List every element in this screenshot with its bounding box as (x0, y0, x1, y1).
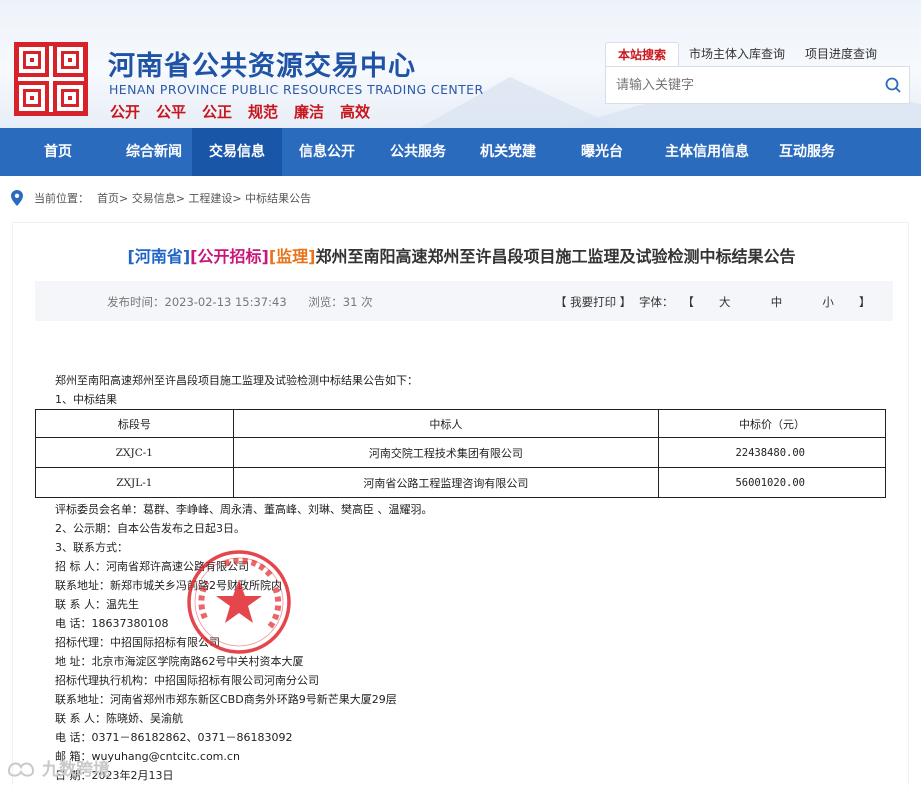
font-bracket-open: 【 (682, 295, 694, 309)
table-header: 中标人 (232, 409, 660, 438)
result-table: 标段号 中标人 中标价（元） ZXJC-1 河南交院工程技术集团有限公司 224… (35, 409, 886, 498)
nav-item-home[interactable]: 首页 (0, 128, 116, 176)
tab-site-search[interactable]: 本站搜索 (605, 42, 680, 66)
table-header: 中标价（元） (658, 409, 886, 438)
nav-item-info-disclosure[interactable]: 信息公开 (282, 128, 372, 176)
breadcrumb-label: 当前位置： (34, 192, 89, 205)
slogan: 廉洁 (294, 103, 325, 121)
table-row: ZXJC-1 河南交院工程技术集团有限公司 22438480.00 (35, 437, 886, 468)
intro-text: 郑州至南阳高速郑州至许昌段项目施工监理及试验检测中标结果公告如下： (55, 374, 418, 387)
slogan: 公开 (110, 103, 141, 121)
nav-item-party-building[interactable]: 机关党建 (464, 128, 552, 176)
location-pin-icon (11, 190, 23, 206)
contact-heading: 3、联系方式： (55, 541, 128, 554)
meta-tools: 【 我要打印 】 字体： 【 大 中 小 】 (555, 294, 876, 310)
search-input[interactable] (606, 67, 866, 103)
font-bracket-close: 】 (859, 295, 871, 309)
tag-method: [公开招标] (190, 247, 269, 266)
breadcrumb: 当前位置： 首页> 交易信息> 工程建设> 中标结果公告 (10, 190, 311, 206)
nav-item-exposure[interactable]: 曝光台 (552, 128, 652, 176)
publicity-period: 2、公示期：自本公告发布之日起3日。 (55, 522, 245, 535)
tenderer-phone: 电 话：18637380108 (55, 617, 169, 630)
font-size-large[interactable]: 大 (703, 294, 747, 310)
nav-item-credit-info[interactable]: 主体信用信息 (652, 128, 762, 176)
slogan: 公正 (202, 103, 233, 121)
meta-info: 发布时间：2023-02-13 15:37:43 浏览：31 次 (107, 294, 373, 310)
mountain-decoration (420, 77, 620, 128)
section-title: 1、中标结果 (55, 393, 117, 406)
nav-item-trade-info[interactable]: 交易信息 (192, 128, 282, 176)
font-size-medium[interactable]: 中 (754, 294, 798, 310)
slogans: 公开 公平 公正 规范 廉洁 高效 (110, 101, 386, 122)
font-size-small[interactable]: 小 (806, 294, 850, 310)
search-box (605, 66, 910, 104)
print-button[interactable]: 【 我要打印 】 (555, 295, 631, 309)
tag-type: [监理] (268, 247, 316, 266)
font-size-label: 字体： (638, 295, 674, 309)
site-title: 河南省公共资源交易中心 (108, 51, 416, 82)
breadcrumb-path[interactable]: 首页> 交易信息> 工程建设> 中标结果公告 (97, 190, 311, 206)
main-nav: 首页 综合新闻 交易信息 信息公开 公共服务 机关党建 曝光台 主体信用信息 互… (0, 128, 921, 176)
search-tabs: 本站搜索 市场主体入库查询 项目进度查询 (605, 42, 887, 66)
search-icon[interactable] (885, 77, 901, 93)
tag-region: [河南省] (127, 247, 191, 266)
table-cell-lot: ZXJL-1 (35, 467, 234, 498)
table-cell-winner: 河南交院工程技术集团有限公司 (232, 437, 660, 468)
watermark: 九数跨境 (6, 755, 110, 780)
nav-item-interactive[interactable]: 互动服务 (762, 128, 852, 176)
watermark-text: 九数跨境 (42, 760, 110, 780)
branch-contact: 联 系 人：陈晓娇、吴渝航 (55, 712, 183, 725)
table-cell-lot: ZXJC-1 (35, 437, 234, 468)
branch-address: 联系地址：河南省郑州市郑东新区CBD商务外环路9号新芒果大厦29层 (55, 693, 397, 706)
article: [河南省][公开招标][监理]郑州至南阳高速郑州至许昌段项目施工监理及试验检测中… (12, 222, 909, 785)
table-cell-price: 56001020.00 (658, 467, 886, 498)
nav-item-news[interactable]: 综合新闻 (116, 128, 192, 176)
table-header: 标段号 (35, 409, 234, 438)
table-row: ZXJL-1 河南省公路工程监理咨询有限公司 56001020.00 (35, 467, 886, 498)
table-cell-winner: 河南省公路工程监理咨询有限公司 (232, 467, 660, 498)
site-header: 河南省公共资源交易中心 HENAN PROVINCE PUBLIC RESOUR… (0, 0, 921, 128)
tab-project-progress-query[interactable]: 项目进度查询 (795, 42, 887, 66)
site-title-en: HENAN PROVINCE PUBLIC RESOURCES TRADING … (109, 82, 484, 97)
company-seal-icon (187, 550, 291, 654)
article-title: [河南省][公开招标][监理]郑州至南阳高速郑州至许昌段项目施工监理及试验检测中… (13, 243, 910, 267)
nav-item-public-service[interactable]: 公共服务 (372, 128, 464, 176)
site-logo-icon[interactable] (14, 42, 88, 116)
tenderer-contact: 联 系 人：温先生 (55, 598, 139, 611)
slogan: 高效 (340, 103, 371, 121)
watermark-logo-icon (7, 762, 35, 777)
table-header-row: 标段号 中标人 中标价（元） (35, 409, 886, 438)
committee-list: 评标委员会名单：葛群、李峥峰、周永清、董高峰、刘琳、樊高臣 、温耀羽。 (55, 503, 433, 516)
article-title-text: 郑州至南阳高速郑州至许昌段项目施工监理及试验检测中标结果公告 (315, 247, 796, 266)
slogan: 规范 (248, 103, 279, 121)
branch-phone: 电 话：0371－86182862、0371－86183092 (55, 731, 293, 744)
table-cell-price: 22438480.00 (658, 437, 886, 468)
agency-branch: 招标代理执行机构：中招国际招标有限公司河南分公司 (55, 674, 319, 687)
publish-time: 发布时间：2023-02-13 15:37:43 (107, 295, 287, 309)
view-count: 浏览：31 次 (308, 295, 373, 309)
slogan: 公平 (156, 103, 187, 121)
tab-market-entity-query[interactable]: 市场主体入库查询 (679, 42, 795, 66)
article-meta: 发布时间：2023-02-13 15:37:43 浏览：31 次 【 我要打印 … (35, 281, 893, 321)
